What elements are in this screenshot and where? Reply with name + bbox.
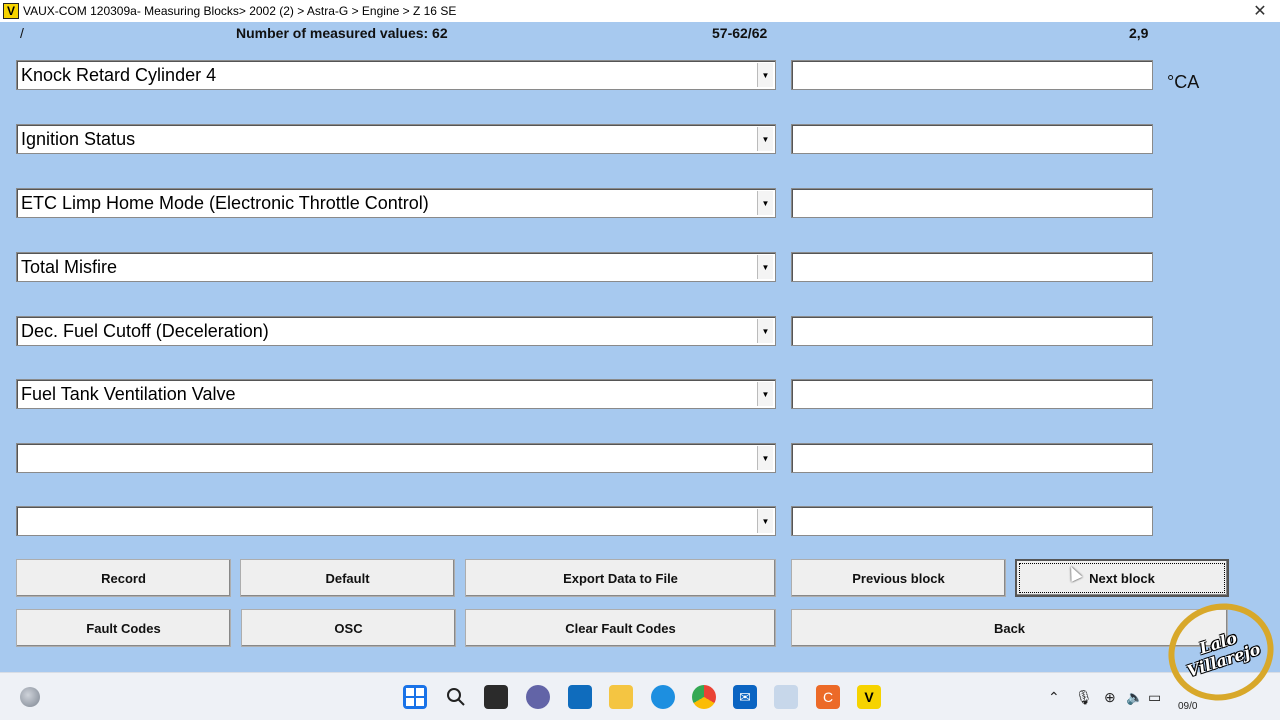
weather-widget-icon[interactable] <box>20 687 40 707</box>
osc-button[interactable]: OSC <box>241 609 456 647</box>
chevron-down-icon[interactable]: ▼ <box>757 63 773 87</box>
default-button[interactable]: Default <box>240 559 455 597</box>
chevron-down-icon[interactable]: ▼ <box>757 509 773 533</box>
chevron-down-icon[interactable]: ▼ <box>757 446 773 470</box>
fault-codes-button[interactable]: Fault Codes <box>16 609 231 647</box>
measuring-row: Ignition Status ▼ <box>0 124 1280 154</box>
export-data-button[interactable]: Export Data to File <box>465 559 776 597</box>
chrome-icon[interactable] <box>692 685 716 709</box>
parameter-label: ETC Limp Home Mode (Electronic Throttle … <box>21 192 429 213</box>
mail-icon[interactable]: ✉ <box>733 685 757 709</box>
parameter-select[interactable]: ETC Limp Home Mode (Electronic Throttle … <box>16 188 776 218</box>
chevron-down-icon[interactable]: ▼ <box>757 319 773 343</box>
value-field <box>791 124 1153 154</box>
measuring-row: ▼ <box>0 443 1280 473</box>
parameter-select[interactable]: Knock Retard Cylinder 4 ▼ <box>16 60 776 90</box>
value-field <box>791 188 1153 218</box>
file-explorer-icon[interactable] <box>609 685 633 709</box>
previous-block-button[interactable]: Previous block <box>791 559 1006 597</box>
parameter-label: Knock Retard Cylinder 4 <box>21 64 217 85</box>
back-button[interactable]: Back <box>791 609 1228 647</box>
measured-values-count: Number of measured values: 62 <box>236 25 448 41</box>
chevron-up-icon[interactable]: ⌃ <box>1048 689 1060 706</box>
block-range: 57-62/62 <box>712 25 768 41</box>
parameter-select[interactable]: Total Misfire ▼ <box>16 252 776 282</box>
unit-label: °CA <box>1167 72 1200 92</box>
header-slash: / <box>20 25 24 41</box>
value-field <box>791 252 1153 282</box>
value-field <box>791 506 1153 536</box>
measuring-row: Dec. Fuel Cutoff (Deceleration) ▼ <box>0 316 1280 346</box>
parameter-select[interactable]: Ignition Status ▼ <box>16 124 776 154</box>
parameter-label: Dec. Fuel Cutoff (Deceleration) <box>21 320 269 341</box>
camtasia-icon[interactable]: C <box>816 685 840 709</box>
parameter-select[interactable]: Fuel Tank Ventilation Valve ▼ <box>16 379 776 409</box>
windows-start-icon[interactable] <box>403 685 427 709</box>
value-field <box>791 379 1153 409</box>
measuring-row: Total Misfire ▼ <box>0 252 1280 282</box>
search-icon[interactable] <box>444 685 468 709</box>
taskbar: ✉ C V ⌃ 🎙 ⊕ 🔈 ▭ 09/0 <box>0 672 1280 720</box>
parameter-select[interactable]: ▼ <box>16 443 776 473</box>
task-view-icon[interactable] <box>484 685 508 709</box>
vaux-com-app-icon: V <box>3 3 19 19</box>
network-icon[interactable]: ⊕ <box>1104 689 1116 706</box>
chevron-down-icon[interactable]: ▼ <box>757 191 773 215</box>
battery-icon[interactable]: ▭ <box>1148 689 1161 706</box>
window-title: VAUX-COM 120309a- Measuring Blocks> 2002… <box>23 4 457 18</box>
clear-fault-codes-button[interactable]: Clear Fault Codes <box>465 609 776 647</box>
record-button[interactable]: Record <box>16 559 231 597</box>
store-icon[interactable] <box>568 685 592 709</box>
vaux-com-icon[interactable]: V <box>857 685 881 709</box>
window-titlebar: V VAUX-COM 120309a- Measuring Blocks> 20… <box>0 0 1280 22</box>
chevron-down-icon[interactable]: ▼ <box>757 127 773 151</box>
measuring-row: Knock Retard Cylinder 4 ▼ °CA <box>0 60 1280 92</box>
measuring-row: Fuel Tank Ventilation Valve ▼ <box>0 379 1280 409</box>
value-field <box>791 316 1153 346</box>
measurement-header: / Number of measured values: 62 57-62/62… <box>0 22 1280 44</box>
parameter-select[interactable]: ▼ <box>16 506 776 536</box>
edge-icon[interactable] <box>651 685 675 709</box>
parameter-label: Total Misfire <box>21 256 118 277</box>
chevron-down-icon[interactable]: ▼ <box>757 382 773 406</box>
next-block-button[interactable]: Next block <box>1015 559 1229 597</box>
parameter-label: Fuel Tank Ventilation Valve <box>21 383 236 404</box>
parameter-select[interactable]: Dec. Fuel Cutoff (Deceleration) ▼ <box>16 316 776 346</box>
value-field <box>791 443 1153 473</box>
close-icon[interactable]: ✕ <box>1240 1 1280 21</box>
taskbar-date: 09/0 <box>1178 701 1198 712</box>
volume-icon[interactable]: 🔈 <box>1126 689 1143 706</box>
teams-chat-icon[interactable] <box>526 685 550 709</box>
microphone-icon[interactable]: 🎙 <box>1075 689 1093 706</box>
measuring-row: ▼ <box>0 506 1280 536</box>
value-field <box>791 60 1153 90</box>
parameter-label: Ignition Status <box>21 128 136 149</box>
header-value: 2,9 <box>1129 25 1149 41</box>
chevron-down-icon[interactable]: ▼ <box>757 255 773 279</box>
measuring-row: ETC Limp Home Mode (Electronic Throttle … <box>0 188 1280 218</box>
paint-icon[interactable] <box>774 685 798 709</box>
